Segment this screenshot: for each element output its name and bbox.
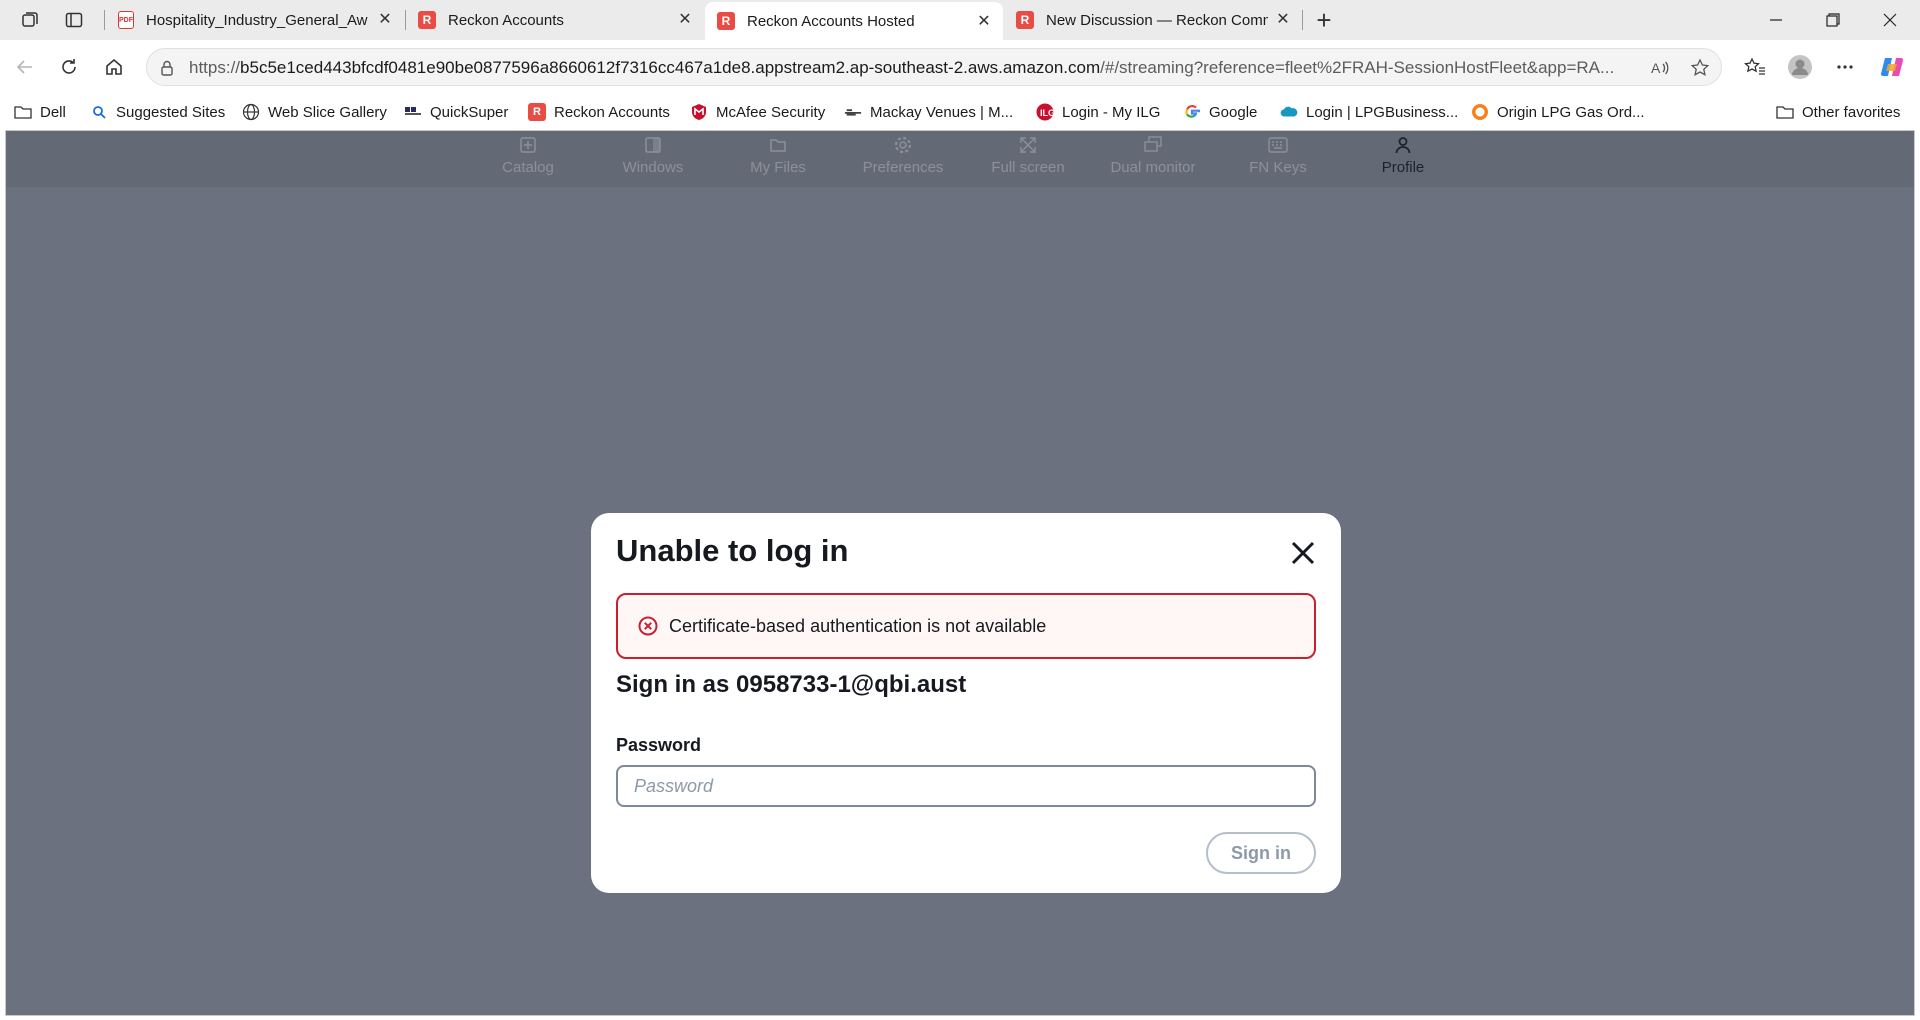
- copilot-icon[interactable]: [1877, 52, 1907, 82]
- close-tab-icon[interactable]: ✕: [1274, 10, 1292, 28]
- catalog-icon: [518, 135, 538, 155]
- globe-icon: [242, 103, 260, 121]
- nav-windows[interactable]: Windows: [598, 135, 708, 183]
- sign-in-as-heading: Sign in as 0958733-1@qbi.aust: [616, 671, 967, 698]
- nav-fn-keys[interactable]: FN Keys: [1223, 135, 1333, 183]
- tab-new-discussion[interactable]: R New Discussion — Reckon Comm ✕: [1004, 0, 1302, 40]
- tab-title: Reckon Accounts: [448, 11, 564, 29]
- tab-title: New Discussion — Reckon Comm: [1046, 11, 1268, 29]
- settings-more-icon[interactable]: [1830, 52, 1860, 82]
- error-circle-x-icon: [637, 615, 659, 637]
- favorite-mackay-venues[interactable]: Mackay Venues | M...: [844, 100, 1013, 124]
- google-icon: [1183, 103, 1201, 121]
- address-bar[interactable]: https://b5c5e1ced443bfcdf0481e90be087759…: [146, 48, 1722, 86]
- nav-catalog[interactable]: Catalog: [473, 135, 583, 183]
- search-icon: [90, 103, 108, 121]
- windows-icon: [643, 135, 663, 155]
- sign-in-button[interactable]: Sign in: [1206, 832, 1316, 874]
- close-tab-icon[interactable]: ✕: [376, 10, 394, 28]
- reckon-r-icon: R: [717, 12, 735, 30]
- profile-icon: [1393, 135, 1413, 155]
- home-button[interactable]: [99, 52, 129, 82]
- favorite-origin-lpg[interactable]: Origin LPG Gas Ord...: [1471, 100, 1645, 124]
- nav-full-screen[interactable]: Full screen: [973, 135, 1083, 183]
- site-info-lock-icon[interactable]: [157, 58, 177, 78]
- svg-text:ILG: ILG: [1040, 108, 1054, 118]
- ilg-icon: ILG: [1036, 103, 1054, 121]
- favorite-mcafee[interactable]: McAfee Security: [690, 100, 825, 124]
- nav-my-files[interactable]: My Files: [723, 135, 833, 183]
- reckon-r-icon: R: [528, 103, 546, 121]
- favorite-my-ilg[interactable]: ILG Login - My ILG: [1036, 100, 1160, 124]
- read-aloud-icon[interactable]: A: [1649, 57, 1671, 79]
- preferences-icon: [893, 135, 913, 155]
- tab-title: Reckon Accounts Hosted: [747, 12, 915, 30]
- fn-keys-icon: [1268, 135, 1288, 155]
- password-label: Password: [616, 735, 702, 755]
- restore-button[interactable]: [1805, 0, 1861, 40]
- close-tab-icon[interactable]: ✕: [975, 12, 993, 30]
- tab-reckon-accounts[interactable]: R Reckon Accounts ✕: [406, 0, 704, 40]
- close-dialog-button[interactable]: [1287, 537, 1319, 569]
- nav-preferences[interactable]: Preferences: [848, 135, 958, 183]
- favorite-lpgbusiness[interactable]: Login | LPGBusiness...: [1280, 100, 1458, 124]
- reckon-r-icon: R: [418, 11, 436, 29]
- tab-reckon-accounts-hosted[interactable]: R Reckon Accounts Hosted ✕: [705, 2, 1003, 40]
- error-alert: Certificate-based authentication is not …: [616, 593, 1316, 659]
- appstream-session-area: Catalog Windows My Files Preferences Ful…: [5, 130, 1915, 1016]
- favorite-reckon-accounts[interactable]: R Reckon Accounts: [528, 100, 670, 124]
- url-text[interactable]: https://b5c5e1ced443bfcdf0481e90be087759…: [189, 58, 1649, 78]
- close-icon: [1291, 541, 1315, 565]
- tab-title: Hospitality_Industry_General_Awa: [146, 11, 368, 29]
- mcafee-icon: [690, 103, 708, 121]
- nav-dual-monitor[interactable]: Dual monitor: [1098, 135, 1208, 183]
- dialog-title: Unable to log in: [616, 533, 849, 568]
- svg-text:A: A: [1651, 60, 1661, 76]
- reckon-r-icon: R: [1016, 11, 1034, 29]
- error-message: Certificate-based authentication is not …: [669, 615, 1047, 636]
- favorite-quicksuper[interactable]: QuickSuper: [404, 100, 508, 124]
- folder-icon: [1776, 103, 1794, 121]
- quicksuper-icon: [404, 103, 422, 121]
- favorite-dell[interactable]: Dell: [14, 100, 66, 124]
- mackay-icon: [844, 103, 862, 121]
- favorites-bar: Dell Suggested Sites Web Slice Gallery Q…: [0, 94, 1920, 130]
- close-tab-icon[interactable]: ✕: [676, 10, 694, 28]
- nav-profile[interactable]: Profile: [1348, 135, 1458, 183]
- minimize-button[interactable]: [1748, 0, 1804, 40]
- refresh-button[interactable]: [54, 52, 84, 82]
- close-window-button[interactable]: [1862, 0, 1918, 40]
- favorite-suggested-sites[interactable]: Suggested Sites: [90, 100, 225, 124]
- browser-tab-strip: PDF Hospitality_Industry_General_Awa ✕ R…: [0, 0, 1920, 40]
- tab-hospitality-pdf[interactable]: PDF Hospitality_Industry_General_Awa ✕: [106, 0, 404, 40]
- login-error-dialog: Unable to log in Certificate-based authe…: [591, 513, 1341, 893]
- salesforce-icon: [1280, 103, 1298, 121]
- favorite-google[interactable]: Google: [1183, 100, 1257, 124]
- appstream-toolbar: Catalog Windows My Files Preferences Ful…: [6, 131, 1914, 187]
- vertical-tabs-icon[interactable]: [62, 8, 86, 32]
- folder-icon: [14, 103, 32, 121]
- full-screen-icon: [1018, 135, 1038, 155]
- pdf-icon: PDF: [118, 11, 134, 29]
- favorites-icon[interactable]: [1740, 52, 1770, 82]
- origin-icon: [1471, 103, 1489, 121]
- new-tab-button[interactable]: +: [1310, 5, 1338, 35]
- dual-monitor-icon: [1143, 135, 1163, 155]
- profile-avatar[interactable]: [1785, 52, 1815, 82]
- password-input[interactable]: [616, 765, 1316, 807]
- my-files-icon: [768, 135, 788, 155]
- back-button[interactable]: [10, 52, 40, 82]
- browser-toolbar: https://b5c5e1ced443bfcdf0481e90be087759…: [0, 40, 1920, 94]
- other-favorites[interactable]: Other favorites: [1776, 100, 1900, 124]
- favorite-star-icon[interactable]: [1689, 57, 1711, 79]
- workspaces-icon[interactable]: [18, 8, 42, 32]
- favorite-web-slice-gallery[interactable]: Web Slice Gallery: [242, 100, 387, 124]
